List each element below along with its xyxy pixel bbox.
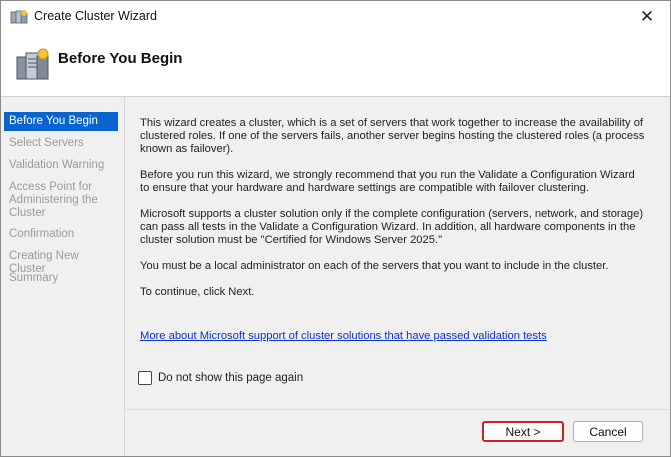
continue-paragraph: To continue, click Next. bbox=[140, 286, 255, 298]
wizard-window: Create Cluster Wizard ✕ Before You Begin… bbox=[0, 0, 671, 457]
intro-paragraph: This wizard creates a cluster, which is … bbox=[140, 117, 645, 155]
do-not-show-again-checkbox[interactable] bbox=[138, 371, 152, 385]
do-not-show-again-label[interactable]: Do not show this page again bbox=[158, 372, 303, 384]
title-bar: Create Cluster Wizard ✕ bbox=[1, 1, 670, 33]
footer-divider bbox=[125, 409, 670, 410]
sidebar-item-access-point: Access Point for Administering the Clust… bbox=[9, 181, 98, 219]
wizard-content: This wizard creates a cluster, which is … bbox=[125, 97, 670, 408]
close-icon: ✕ bbox=[639, 7, 655, 26]
next-button[interactable]: Next > bbox=[482, 421, 564, 442]
validation-paragraph: Before you run this wizard, we strongly … bbox=[140, 169, 635, 194]
wizard-steps-sidebar: Before You Begin Select Servers Validati… bbox=[1, 97, 124, 456]
sidebar-item-before-you-begin[interactable]: Before You Begin bbox=[4, 112, 118, 131]
page-title: Before You Begin bbox=[58, 50, 183, 67]
close-button[interactable]: ✕ bbox=[624, 1, 670, 33]
cluster-servers-icon bbox=[16, 48, 49, 80]
support-info-link[interactable]: More about Microsoft support of cluster … bbox=[140, 330, 547, 342]
do-not-show-again-row: Do not show this page again bbox=[138, 371, 303, 385]
window-title: Create Cluster Wizard bbox=[34, 9, 157, 23]
sidebar-item-summary: Summary bbox=[9, 272, 59, 284]
support-paragraph: Microsoft supports a cluster solution on… bbox=[140, 208, 644, 246]
sidebar-item-confirmation: Confirmation bbox=[9, 228, 75, 240]
sidebar-item-select-servers: Select Servers bbox=[9, 137, 84, 149]
sidebar-item-validation-warning: Validation Warning bbox=[9, 159, 105, 171]
cluster-wizard-icon bbox=[10, 10, 28, 24]
admin-paragraph: You must be a local administrator on eac… bbox=[140, 260, 609, 272]
page-header: Before You Begin bbox=[1, 33, 670, 97]
cancel-button[interactable]: Cancel bbox=[573, 421, 643, 442]
